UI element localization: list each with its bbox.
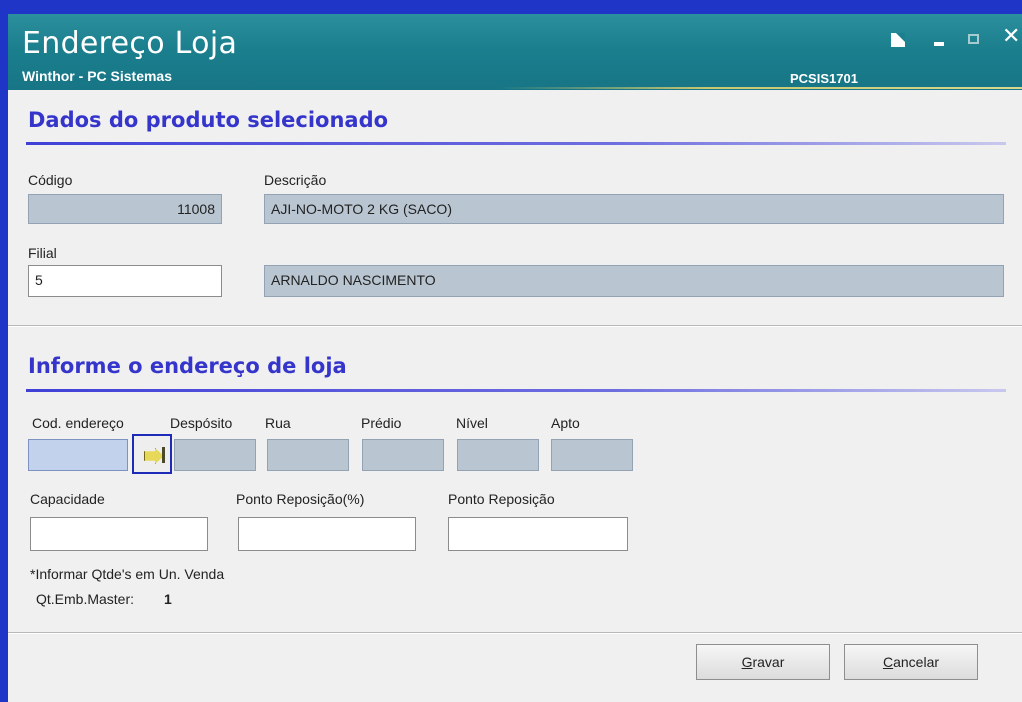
close-icon[interactable]: ✕ <box>1002 24 1020 49</box>
minimize-icon[interactable] <box>934 42 944 46</box>
apto-field[interactable] <box>551 439 633 471</box>
section-title-address: Informe o endereço de loja <box>28 354 347 378</box>
capacidade-label: Capacidade <box>30 491 105 507</box>
gravar-button[interactable]: Gravar <box>696 644 830 680</box>
filial-label: Filial <box>28 245 57 261</box>
section-divider-product <box>26 142 1006 145</box>
cancelar-label-rest: ancelar <box>893 654 940 670</box>
search-bar-icon <box>162 447 165 463</box>
qt-emb-master-value: 1 <box>164 591 172 607</box>
routine-code: PCSIS1701 <box>790 71 858 86</box>
qt-emb-master-label: Qt.Emb.Master: <box>36 591 135 607</box>
predio-field[interactable] <box>362 439 444 471</box>
codigo-label: Código <box>28 172 73 188</box>
apto-label: Apto <box>551 415 580 431</box>
window-body: Endereço Loja Winthor - PC Sistemas PCSI… <box>8 14 1022 702</box>
separator-2-highlight <box>8 633 1022 634</box>
search-arrow-icon <box>144 448 164 464</box>
window-title: Endereço Loja <box>22 26 238 61</box>
cancelar-button[interactable]: Cancelar <box>844 644 978 680</box>
app-window: Endereço Loja Winthor - PC Sistemas PCSI… <box>0 0 1022 702</box>
nivel-field[interactable] <box>457 439 539 471</box>
qtde-note: *Informar Qtde's em Un. Venda <box>30 566 225 582</box>
descricao-field[interactable]: AJI-NO-MOTO 2 KG (SACO) <box>264 194 1004 224</box>
deposito-label: Despósito <box>170 415 233 431</box>
maximize-icon[interactable] <box>968 34 979 44</box>
gravar-label-rest: ravar <box>752 654 785 670</box>
ponto-reposicao-pct-input[interactable] <box>238 517 416 551</box>
codigo-field[interactable]: 11008 <box>28 194 222 224</box>
cancelar-accel: C <box>882 654 894 670</box>
filial-name-field[interactable]: ARNALDO NASCIMENTO <box>264 265 1004 297</box>
cod-endereco-label: Cod. endereço <box>32 415 124 431</box>
section-title-product: Dados do produto selecionado <box>28 108 389 132</box>
ponto-reposicao-input[interactable] <box>448 517 628 551</box>
restore-icon[interactable] <box>891 33 905 47</box>
deposito-field[interactable] <box>174 439 256 471</box>
window-subtitle: Winthor - PC Sistemas <box>22 68 173 84</box>
nivel-label: Nível <box>456 415 488 431</box>
search-address-button[interactable] <box>132 434 172 474</box>
gravar-accel: G <box>741 654 753 670</box>
rua-field[interactable] <box>267 439 349 471</box>
descricao-label: Descrição <box>264 172 327 188</box>
predio-label: Prédio <box>361 415 402 431</box>
cod-endereco-input[interactable] <box>28 439 128 471</box>
rua-label: Rua <box>265 415 291 431</box>
ponto-reposicao-pct-label: Ponto Reposição(%) <box>236 491 365 507</box>
section-divider-address <box>26 389 1006 392</box>
title-bar: Endereço Loja Winthor - PC Sistemas PCSI… <box>8 14 1022 90</box>
capacidade-input[interactable] <box>30 517 208 551</box>
ponto-reposicao-label: Ponto Reposição <box>448 491 555 507</box>
filial-input[interactable]: 5 <box>28 265 222 297</box>
title-underline <box>498 87 1022 89</box>
separator-1-highlight <box>8 326 1022 327</box>
